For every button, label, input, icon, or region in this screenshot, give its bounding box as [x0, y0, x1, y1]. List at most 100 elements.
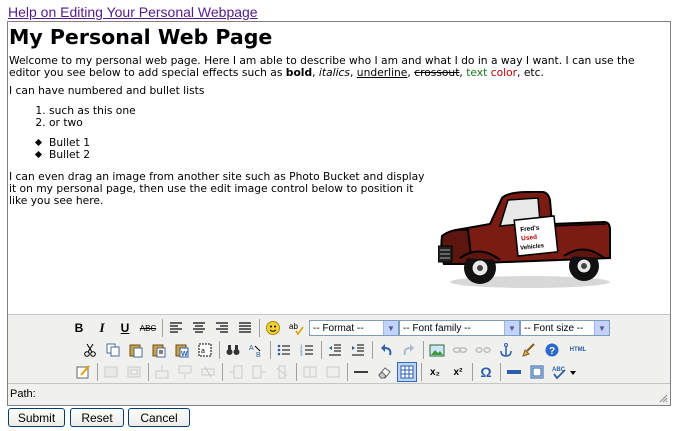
- table-col-after-button[interactable]: [249, 362, 269, 382]
- horizontal-rule-icon: [354, 371, 368, 373]
- copy-button[interactable]: [103, 340, 123, 360]
- strikethrough-button[interactable]: ABC: [138, 318, 158, 338]
- paste-icon: [129, 344, 143, 358]
- insert-hr-button[interactable]: [504, 362, 524, 382]
- undo-button[interactable]: [376, 340, 396, 360]
- text-color-word: text: [466, 66, 491, 79]
- redo-button[interactable]: [399, 340, 419, 360]
- underline-sample: underline: [356, 66, 408, 79]
- editor-content-area[interactable]: My Personal Web Page Welcome to my perso…: [8, 22, 670, 314]
- insert-hr-icon: [507, 370, 521, 374]
- bold-sample: bold: [285, 66, 313, 79]
- edit-css-button[interactable]: [73, 362, 93, 382]
- toolbar-separator: [259, 319, 260, 337]
- spellcheck-button[interactable]: ab: [286, 318, 306, 338]
- eraser-icon: [378, 367, 391, 379]
- scissors-icon: [84, 343, 96, 357]
- split-cells-icon: [303, 366, 317, 378]
- paste-button[interactable]: [126, 340, 146, 360]
- unlink-button[interactable]: [473, 340, 493, 360]
- merge-cells-button[interactable]: [323, 362, 343, 382]
- toolbar-separator: [423, 341, 424, 359]
- find-button[interactable]: [223, 340, 243, 360]
- table-row-before-button[interactable]: [152, 362, 172, 382]
- list-item: such as this one: [49, 105, 670, 117]
- spellcheck-abc-icon: ABC: [552, 367, 576, 380]
- bullet-list-icon: [277, 344, 290, 356]
- html-source-button[interactable]: HTML: [565, 340, 591, 360]
- select-all-button[interactable]: a: [195, 340, 215, 360]
- paste-word-button[interactable]: W: [172, 340, 192, 360]
- emoticon-button[interactable]: [263, 318, 283, 338]
- justify-button[interactable]: [235, 318, 255, 338]
- font-size-select[interactable]: -- Font size -- ▼: [520, 320, 610, 336]
- subscript-button[interactable]: x₂: [425, 362, 445, 382]
- underline-button[interactable]: U: [115, 318, 135, 338]
- move-forward-button[interactable]: [124, 362, 144, 382]
- insert-image-button[interactable]: [427, 340, 447, 360]
- bullet-list-button[interactable]: [274, 340, 294, 360]
- svg-text:?: ?: [549, 346, 555, 357]
- cancel-button[interactable]: Cancel: [128, 408, 190, 427]
- delete-row-icon: [201, 366, 215, 378]
- help-link[interactable]: Help on Editing Your Personal Webpage: [8, 4, 258, 20]
- font-family-select[interactable]: -- Font family -- ▼: [399, 320, 520, 336]
- remove-format-button[interactable]: [374, 362, 394, 382]
- replace-button[interactable]: AB: [246, 340, 266, 360]
- merge-cells-icon: [326, 366, 340, 378]
- superscript-button[interactable]: x²: [448, 362, 468, 382]
- indent-button[interactable]: [348, 340, 368, 360]
- fullscreen-icon: [530, 365, 544, 379]
- align-center-button[interactable]: [189, 318, 209, 338]
- paste-word-icon: W: [175, 344, 189, 358]
- visual-aid-button[interactable]: [397, 362, 417, 382]
- toolbar-separator: [219, 341, 220, 359]
- split-cells-button[interactable]: [300, 362, 320, 382]
- separator: ,: [350, 66, 357, 79]
- svg-text:3: 3: [300, 352, 303, 357]
- align-left-icon: [170, 322, 182, 333]
- insert-layer-button[interactable]: [101, 362, 121, 382]
- italic-button[interactable]: I: [92, 318, 112, 338]
- toolbar-separator: [296, 363, 297, 381]
- layer-forward-icon: [127, 366, 141, 378]
- cleanup-button[interactable]: [519, 340, 539, 360]
- reset-button[interactable]: Reset: [70, 408, 124, 427]
- resize-grip-icon[interactable]: [658, 393, 668, 403]
- svg-text:a: a: [201, 348, 205, 355]
- spellchecker-button[interactable]: ABC: [550, 362, 578, 382]
- align-right-button[interactable]: [212, 318, 232, 338]
- toolbar-separator: [500, 363, 501, 381]
- indent-icon: [352, 344, 364, 356]
- anchor-button[interactable]: [496, 340, 516, 360]
- special-char-button[interactable]: Ω: [476, 362, 496, 382]
- select-all-icon: a: [198, 343, 212, 357]
- submit-button[interactable]: Submit: [8, 408, 65, 427]
- cut-button[interactable]: [80, 340, 100, 360]
- paste-text-button[interactable]: [149, 340, 169, 360]
- delete-row-button[interactable]: [198, 362, 218, 382]
- horizontal-rule-button[interactable]: [351, 362, 371, 382]
- numbered-list-button[interactable]: 123: [297, 340, 317, 360]
- insert-link-button[interactable]: [450, 340, 470, 360]
- table-row-after-button[interactable]: [175, 362, 195, 382]
- format-select[interactable]: -- Format -- ▼: [309, 320, 399, 336]
- numbered-list: such as this one or two: [9, 105, 670, 129]
- svg-text:W: W: [181, 351, 188, 358]
- help-button[interactable]: ?: [542, 340, 562, 360]
- path-label: Path:: [10, 388, 36, 400]
- numbered-list-icon: 123: [300, 344, 313, 357]
- fullscreen-button[interactable]: [527, 362, 547, 382]
- align-left-button[interactable]: [166, 318, 186, 338]
- delete-col-button[interactable]: [272, 362, 292, 382]
- svg-text:ab: ab: [289, 322, 298, 331]
- font-size-select-value: -- Font size --: [524, 322, 584, 334]
- toolbar-separator: [148, 363, 149, 381]
- list-item: or two: [49, 117, 670, 129]
- insert-col-before-icon: [229, 365, 243, 379]
- truck-image[interactable]: Fred's Used Vehicles: [438, 172, 618, 292]
- table-col-before-button[interactable]: [226, 362, 246, 382]
- outdent-button[interactable]: [325, 340, 345, 360]
- bold-button[interactable]: B: [69, 318, 89, 338]
- edit-style-icon: [76, 365, 90, 379]
